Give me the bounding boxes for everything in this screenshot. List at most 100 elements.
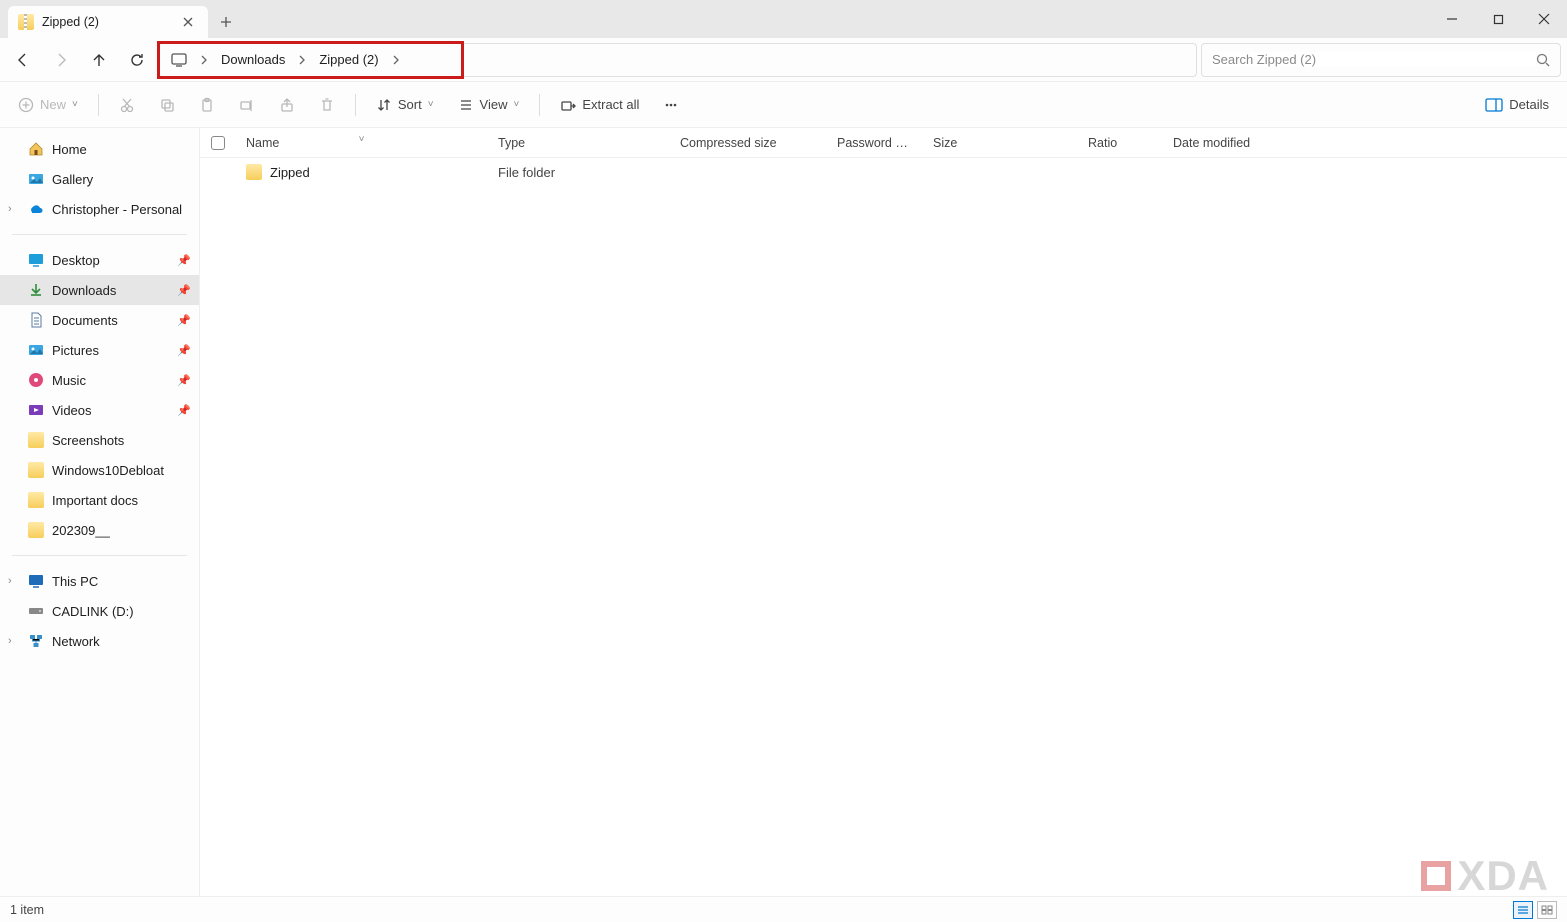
minimize-button[interactable]	[1429, 0, 1475, 38]
nav-desktop-label: Desktop	[52, 253, 100, 268]
nav-this-pc[interactable]: › This PC	[0, 566, 199, 596]
details-view-toggle[interactable]	[1513, 901, 1533, 919]
copy-button[interactable]	[149, 91, 185, 119]
up-button[interactable]	[82, 43, 116, 77]
pin-icon: 📌	[177, 254, 191, 267]
folder-icon	[28, 522, 44, 538]
nav-documents[interactable]: Documents 📌	[0, 305, 199, 335]
select-all-checkbox[interactable]	[200, 136, 236, 150]
tab-title: Zipped (2)	[42, 15, 170, 29]
back-button[interactable]	[6, 43, 40, 77]
maximize-button[interactable]	[1475, 0, 1521, 38]
chevron-right-icon[interactable]	[295, 55, 309, 65]
nav-videos-label: Videos	[52, 403, 92, 418]
file-name: Zipped	[270, 165, 310, 180]
chevron-right-icon[interactable]	[389, 55, 403, 65]
body-area: Home Gallery › Christopher - Personal De…	[0, 128, 1567, 896]
thumbnails-view-toggle[interactable]	[1537, 901, 1557, 919]
close-tab-button[interactable]	[178, 12, 198, 32]
column-compressed-size[interactable]: Compressed size	[670, 136, 827, 150]
pin-icon: 📌	[177, 284, 191, 297]
new-button[interactable]: New ˅	[8, 91, 88, 119]
nav-cadlink-label: CADLINK (D:)	[52, 604, 134, 619]
share-button[interactable]	[269, 91, 305, 119]
more-button[interactable]	[653, 91, 689, 119]
nav-network[interactable]: › Network	[0, 626, 199, 656]
tab-active[interactable]: Zipped (2)	[8, 6, 208, 38]
nav-desktop[interactable]: Desktop 📌	[0, 245, 199, 275]
nav-videos[interactable]: Videos 📌	[0, 395, 199, 425]
folder-icon	[28, 462, 44, 478]
file-list-area: Name Type Compressed size Password prot.…	[200, 128, 1567, 896]
pin-icon: 📌	[177, 314, 191, 327]
pin-icon: 📌	[177, 374, 191, 387]
column-name[interactable]: Name	[236, 136, 488, 150]
titlebar: Zipped (2)	[0, 0, 1567, 38]
nav-pictures-label: Pictures	[52, 343, 99, 358]
download-icon	[28, 282, 44, 298]
nav-cadlink[interactable]: CADLINK (D:)	[0, 596, 199, 626]
folder-icon	[28, 492, 44, 508]
breadcrumb-segment-downloads[interactable]: Downloads	[213, 48, 293, 71]
refresh-button[interactable]	[120, 43, 154, 77]
nav-date-label: 202309__	[52, 523, 110, 538]
nav-date-folder[interactable]: 202309__	[0, 515, 199, 545]
chevron-down-icon: ˅	[428, 99, 434, 110]
column-size[interactable]: Size	[923, 136, 1078, 150]
nav-onedrive[interactable]: › Christopher - Personal	[0, 194, 199, 224]
nav-downloads[interactable]: Downloads 📌	[0, 275, 199, 305]
new-tab-button[interactable]	[208, 6, 244, 38]
delete-button[interactable]	[309, 91, 345, 119]
file-rows: Zipped File folder	[200, 158, 1567, 896]
file-row[interactable]: Zipped File folder	[200, 158, 1567, 186]
folder-icon	[246, 164, 262, 180]
view-label: View	[480, 97, 508, 112]
command-bar: New ˅ Sort ˅ View ˅ Extract all Details	[0, 82, 1567, 128]
nav-pictures[interactable]: Pictures 📌	[0, 335, 199, 365]
chevron-right-icon[interactable]: ›	[8, 635, 12, 647]
nav-network-label: Network	[52, 634, 100, 649]
nav-important-label: Important docs	[52, 493, 138, 508]
breadcrumb-segment-zipped[interactable]: Zipped (2)	[311, 48, 386, 71]
sort-button[interactable]: Sort ˅	[366, 91, 444, 119]
nav-win10debloat[interactable]: Windows10Debloat	[0, 455, 199, 485]
close-window-button[interactable]	[1521, 0, 1567, 38]
document-icon	[28, 312, 44, 328]
nav-screenshots[interactable]: Screenshots	[0, 425, 199, 455]
nav-documents-label: Documents	[52, 313, 118, 328]
nav-downloads-label: Downloads	[52, 283, 116, 298]
nav-screenshots-label: Screenshots	[52, 433, 124, 448]
search-box[interactable]	[1201, 43, 1561, 77]
column-date-modified[interactable]: Date modified	[1163, 136, 1333, 150]
address-bar[interactable]: Downloads Zipped (2)	[158, 43, 1197, 77]
file-type: File folder	[488, 165, 670, 180]
details-pane-button[interactable]: Details	[1475, 91, 1559, 118]
pin-icon: 📌	[177, 344, 191, 357]
status-bar: 1 item	[0, 896, 1567, 922]
view-button[interactable]: View ˅	[448, 91, 530, 119]
folder-icon	[28, 432, 44, 448]
nav-important-docs[interactable]: Important docs	[0, 485, 199, 515]
extract-label: Extract all	[582, 97, 639, 112]
chevron-right-icon[interactable]: ›	[8, 575, 12, 587]
nav-home[interactable]: Home	[0, 134, 199, 164]
nav-music[interactable]: Music 📌	[0, 365, 199, 395]
chevron-right-icon[interactable]: ›	[8, 203, 12, 215]
breadcrumb-root-icon[interactable]	[163, 49, 195, 71]
cut-button[interactable]	[109, 91, 145, 119]
sort-label: Sort	[398, 97, 422, 112]
address-row: Downloads Zipped (2)	[0, 38, 1567, 82]
pin-icon: 📌	[177, 404, 191, 417]
search-input[interactable]	[1212, 52, 1536, 67]
column-ratio[interactable]: Ratio	[1078, 136, 1163, 150]
chevron-right-icon[interactable]	[197, 55, 211, 65]
column-type[interactable]: Type	[488, 136, 670, 150]
column-headers: Name Type Compressed size Password prot.…	[200, 128, 1567, 158]
rename-button[interactable]	[229, 91, 265, 119]
forward-button[interactable]	[44, 43, 78, 77]
paste-button[interactable]	[189, 91, 225, 119]
nav-gallery[interactable]: Gallery	[0, 164, 199, 194]
nav-music-label: Music	[52, 373, 86, 388]
extract-all-button[interactable]: Extract all	[550, 91, 649, 119]
column-password[interactable]: Password prot...	[827, 136, 923, 150]
